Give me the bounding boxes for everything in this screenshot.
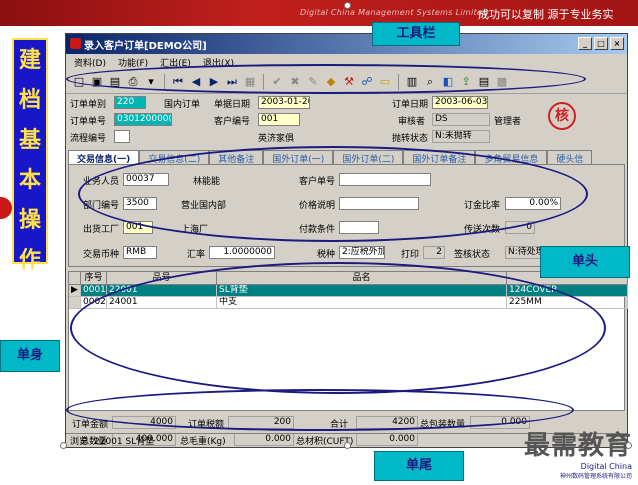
customer-no-label: 客户编号 — [214, 117, 251, 127]
toolbar-oval — [66, 64, 586, 94]
footer-callout: 单尾 — [374, 451, 464, 481]
header-oval — [78, 146, 588, 242]
window-title: 录入客户订单[DEMO公司] — [84, 40, 207, 52]
banner-slogan: 成功可以复制 源于专业务实 — [478, 8, 614, 21]
menu-data[interactable]: 资料(D) — [74, 56, 106, 69]
minimize-button[interactable]: _ — [578, 37, 592, 50]
customer-no-field[interactable]: 001 — [258, 113, 300, 126]
tab-hard-head[interactable]: 硬头信 — [547, 150, 593, 165]
currency-field[interactable]: RMB — [123, 246, 157, 259]
side-char: 作 — [18, 247, 41, 273]
reviewer-field: DS — [432, 113, 490, 126]
window-titlebar[interactable]: 录入客户订单[DEMO公司] _ □ × — [66, 34, 627, 54]
side-title: 建 档 基 本 操 作 — [12, 38, 48, 273]
rate-label: 汇率 — [187, 250, 206, 260]
tax-type-label: 税种 — [317, 250, 336, 260]
app-icon — [70, 38, 81, 49]
side-char: 建 — [18, 47, 41, 73]
menu-function[interactable]: 功能(F) — [118, 56, 148, 69]
order-date-field[interactable]: 2003-06-03 — [432, 96, 488, 109]
order-no-field[interactable]: 03012000001 — [114, 113, 172, 126]
tab-trade-info-1[interactable]: 交易信息(一) — [68, 150, 140, 165]
resize-handle[interactable] — [344, 442, 351, 449]
toolbar-callout: 工具栏 — [372, 22, 460, 46]
maximize-button[interactable]: □ — [594, 37, 608, 50]
print-label: 打印 — [401, 250, 420, 260]
status-mode: 浏览 — [70, 437, 89, 447]
quote-date-label: 单据日期 — [214, 100, 251, 110]
footer-oval — [66, 389, 574, 431]
currency-label: 交易币种 — [83, 250, 120, 260]
factory-label: 出货工厂 — [83, 225, 120, 235]
brand-company: 神州数码管理系统有限公司 — [559, 473, 632, 480]
brand-text: 最需教育 — [523, 431, 632, 461]
resize-handle[interactable] — [60, 442, 67, 449]
approved-stamp: 核 — [548, 102, 576, 130]
row-pointer — [69, 297, 81, 309]
banner-english: Digital China Management Systems Limited — [300, 8, 488, 17]
process-no-label: 流程编号 — [70, 134, 107, 144]
grid-corner — [69, 272, 81, 285]
customer-name: 英济家俱 — [258, 134, 295, 144]
top-banner: Digital China Management Systems Limited… — [0, 0, 638, 26]
side-char: 基 — [18, 127, 41, 153]
side-char: 操 — [18, 207, 41, 233]
order-type-name: 国内订单 — [164, 100, 201, 110]
order-no-label: 订单单号 — [70, 117, 107, 127]
process-no-field[interactable] — [114, 130, 130, 143]
transfer-status-field: N:未抛转 — [432, 130, 490, 143]
order-type-field[interactable]: 220 — [114, 96, 146, 109]
grid-header-seq[interactable]: 序号 — [81, 272, 107, 285]
brand-logo: 最需教育 Digital China 神州数码管理系统有限公司 — [502, 425, 632, 480]
reviewer-label: 审核者 — [398, 117, 426, 127]
order-header: 订单单别 220 国内订单 单据日期 2003-01-20 订单日期 2003-… — [66, 94, 627, 150]
resize-handle[interactable] — [344, 2, 351, 9]
row-pointer: ▶ — [69, 285, 81, 297]
print-field: 2 — [423, 246, 445, 259]
brand-english: Digital China — [580, 462, 632, 471]
quote-date-field[interactable]: 2003-01-20 — [258, 96, 310, 109]
side-char: 档 — [18, 87, 41, 113]
header-callout: 单头 — [540, 246, 630, 278]
tax-type-select[interactable]: 2:应税外加 — [339, 246, 385, 259]
decor-dot — [0, 197, 12, 219]
status-value: 22001 SL背垫 — [94, 437, 155, 447]
body-oval — [70, 262, 606, 394]
side-char: 本 — [18, 167, 41, 193]
order-type-label: 订单单别 — [70, 100, 107, 110]
sign-status-label: 签核状态 — [454, 250, 491, 260]
transfer-status-label: 抛转状态 — [392, 134, 429, 144]
close-button[interactable]: × — [610, 37, 624, 50]
reviewer-role: 管理者 — [494, 117, 522, 127]
body-callout: 单身 — [0, 340, 60, 372]
rate-field[interactable]: 1.0000000 — [209, 246, 275, 259]
order-date-label: 订单日期 — [392, 100, 429, 110]
